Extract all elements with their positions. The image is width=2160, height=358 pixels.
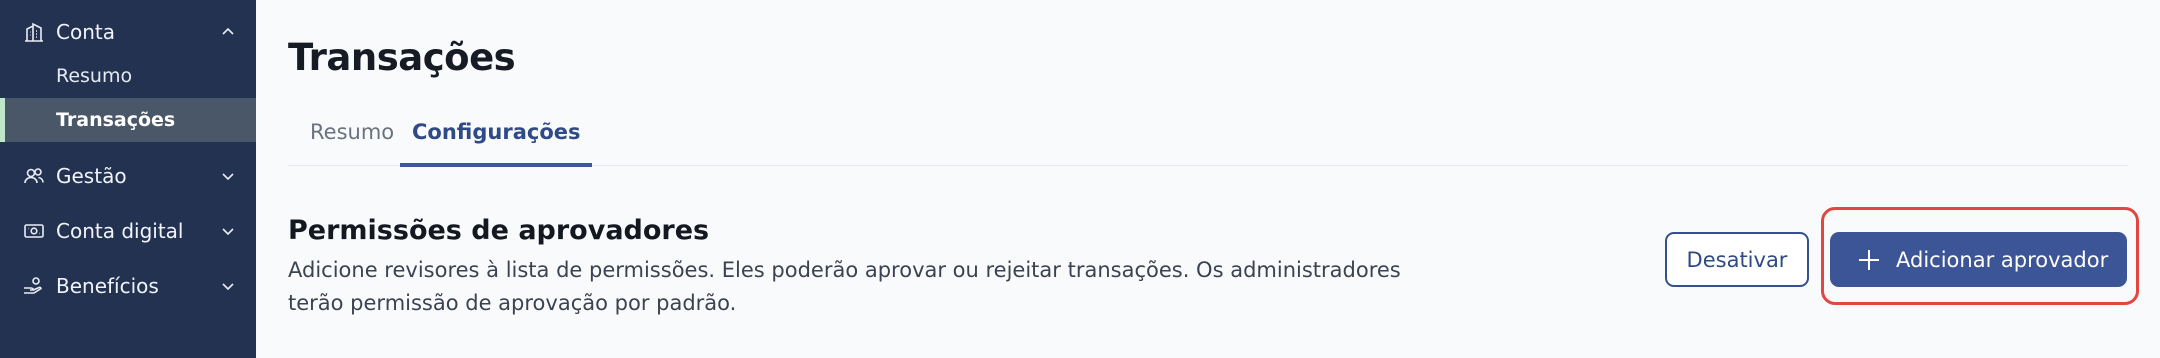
chevron-down-icon[interactable] (220, 278, 236, 294)
hand-coins-icon (24, 277, 42, 294)
page-title: Transações (288, 36, 516, 79)
disable-button[interactable]: Desativar (1665, 232, 1809, 287)
sidebar: Conta Resumo Transações Gestão Conta dig… (0, 0, 256, 358)
tab-resumo[interactable]: Resumo (310, 110, 394, 166)
sidebar-subitem-resumo[interactable]: Resumo (0, 54, 256, 98)
tab-bar: Resumo Configurações (288, 110, 2128, 167)
sidebar-subitem-transacoes[interactable]: Transações (0, 98, 256, 142)
chevron-up-icon[interactable] (220, 24, 236, 40)
sidebar-item-label: Conta (56, 20, 115, 44)
sidebar-subitem-label: Resumo (56, 65, 133, 87)
sidebar-item-conta-digital[interactable]: Conta digital (0, 209, 256, 253)
sidebar-item-label: Conta digital (56, 219, 184, 243)
users-icon (24, 168, 44, 184)
sidebar-item-label: Benefícios (56, 274, 159, 298)
money-icon (24, 224, 44, 238)
sidebar-item-gestao[interactable]: Gestão (0, 154, 256, 198)
sidebar-subitem-label: Transações (56, 109, 176, 131)
tab-configuracoes[interactable]: Configurações (399, 110, 594, 167)
building-icon (25, 22, 43, 42)
chevron-down-icon[interactable] (220, 223, 236, 239)
highlight-annotation (1821, 207, 2139, 305)
chevron-down-icon[interactable] (220, 168, 236, 184)
sidebar-item-conta[interactable]: Conta (0, 10, 256, 54)
sidebar-item-label: Gestão (56, 164, 127, 188)
section-description: Adicione revisores à lista de permissões… (288, 258, 1401, 315)
sidebar-item-beneficios[interactable]: Benefícios (0, 264, 256, 308)
app: Conta Resumo Transações Gestão Conta dig… (0, 0, 2160, 358)
section-title: Permissões de aprovadores (288, 215, 710, 246)
